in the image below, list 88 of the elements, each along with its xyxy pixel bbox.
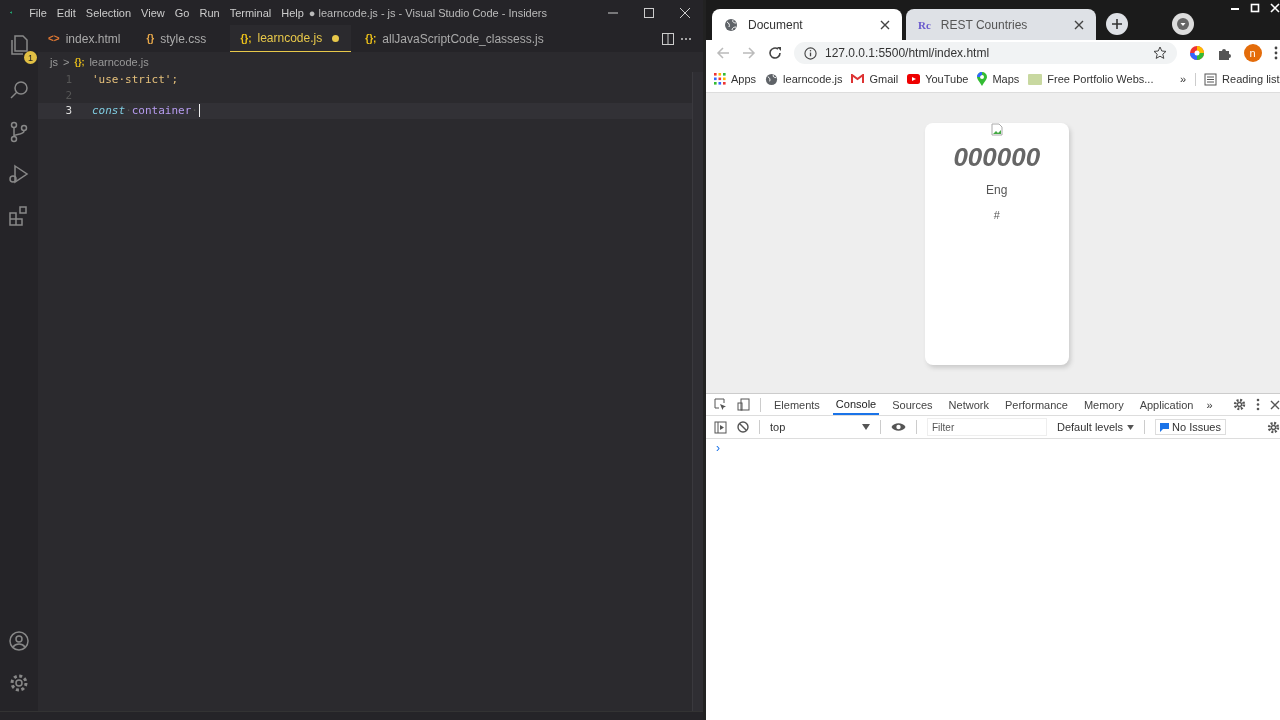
card-link-text: #: [993, 209, 1000, 221]
devtools-tab[interactable]: Sources: [889, 394, 936, 415]
breadcrumb-item[interactable]: learncode.js: [89, 56, 149, 68]
devtools-tab[interactable]: Application: [1136, 394, 1197, 415]
browser-tab[interactable]: Rc REST Countries: [906, 9, 1096, 40]
address-bar[interactable]: 127.0.0.1:5500/html/index.html: [794, 42, 1177, 64]
breadcrumb-item[interactable]: js: [50, 56, 58, 68]
close-icon[interactable]: [1269, 399, 1280, 410]
text-cursor: [199, 104, 201, 118]
plus-icon: [1111, 18, 1123, 30]
menu-item[interactable]: Edit: [51, 6, 81, 19]
menu-item[interactable]: Run: [194, 6, 225, 19]
new-tab-button[interactable]: [1106, 13, 1128, 35]
notification-badge: 1: [24, 51, 37, 64]
caret-icon: [1127, 424, 1135, 430]
sidebar-toggle-icon[interactable]: [714, 420, 727, 434]
code-token: container: [131, 104, 192, 118]
log-levels-dropdown[interactable]: Default levels: [1057, 421, 1135, 433]
close-icon[interactable]: [880, 19, 890, 30]
editor-tab[interactable]: <> index.html: [38, 25, 133, 52]
browser-tab[interactable]: Document: [712, 9, 902, 40]
card-language: Eng: [986, 183, 1008, 197]
more-icon[interactable]: [1255, 398, 1260, 411]
bookmark[interactable]: Gmail: [851, 73, 899, 85]
settings-icon[interactable]: [1266, 420, 1280, 434]
split-editor-icon[interactable]: [661, 31, 675, 46]
context-dropdown[interactable]: top: [770, 421, 870, 433]
breadcrumb-separator: >: [62, 56, 70, 68]
apps-grid-icon: [714, 73, 726, 85]
bookmark[interactable]: YouTube: [907, 73, 969, 85]
more-tabs-button[interactable]: »: [1206, 398, 1213, 411]
device-toolbar-icon[interactable]: [737, 398, 750, 411]
play-icon: [907, 74, 921, 84]
card-code: 000000: [953, 142, 1041, 173]
menu-icon[interactable]: [1273, 46, 1278, 60]
settings-icon[interactable]: [1232, 398, 1246, 411]
account-icon[interactable]: [7, 629, 31, 653]
devtools-tab[interactable]: Memory: [1080, 394, 1127, 415]
color-wheel-icon[interactable]: [1188, 45, 1205, 61]
bookmark[interactable]: Apps: [714, 73, 757, 85]
bookmark[interactable]: learncode.js: [765, 72, 843, 86]
menu-item[interactable]: File: [24, 6, 52, 19]
editor-tab[interactable]: {}; allJavaScriptCode_classess.js: [355, 25, 556, 52]
close-icon[interactable]: [1074, 19, 1084, 30]
editor-tab[interactable]: {} style.css: [136, 25, 227, 52]
mail-icon: [851, 74, 865, 84]
menu-item[interactable]: Selection: [80, 6, 137, 19]
reading-list-button[interactable]: Reading list: [1195, 72, 1280, 86]
filter-field[interactable]: Filter: [927, 418, 1047, 436]
caret-icon: [862, 424, 870, 430]
eye-icon[interactable]: [891, 422, 906, 432]
reload-icon[interactable]: [768, 46, 782, 60]
menu-item[interactable]: Go: [169, 6, 195, 19]
menu-item[interactable]: View: [136, 6, 170, 19]
bookmark[interactable]: Maps: [977, 72, 1020, 86]
menu-item[interactable]: Help: [276, 6, 309, 19]
inspect-icon[interactable]: [714, 398, 727, 411]
globe-icon: [724, 17, 738, 32]
editor-tab[interactable]: {}; learncode.js: [230, 25, 352, 52]
tab-search-button[interactable]: [1172, 13, 1194, 35]
issues-button[interactable]: No Issues: [1155, 419, 1226, 435]
devtools-tab[interactable]: Network: [945, 394, 992, 415]
maximize-icon[interactable]: [643, 6, 655, 19]
javascript-file-icon: {};: [74, 57, 85, 67]
code-token: 'use·strict';: [92, 73, 179, 87]
map-pin-icon: [977, 72, 988, 86]
code-token: ·: [125, 104, 132, 118]
list-icon: [1204, 72, 1218, 86]
globe-icon: [765, 72, 779, 86]
minimap-scrollbar[interactable]: [692, 72, 703, 711]
more-bookmarks-button[interactable]: »: [1180, 73, 1187, 85]
bookmark[interactable]: Free Portfolio Webs...: [1028, 73, 1154, 85]
devtools-tab[interactable]: Console: [832, 394, 880, 415]
run-debug-icon[interactable]: [7, 162, 31, 186]
window-title: ● learncode.js - js - Visual Studio Code - Insiders: [308, 6, 547, 19]
devtools-tab[interactable]: Performance: [1001, 394, 1071, 415]
page-thumbnail-icon: [1028, 73, 1043, 85]
console-prompt[interactable]: ›: [716, 441, 720, 455]
message-icon: [1160, 422, 1170, 432]
code-token: ·: [191, 104, 198, 118]
code-token: const: [92, 104, 126, 118]
devtools-tab[interactable]: Elements: [771, 394, 823, 415]
info-icon[interactable]: [804, 46, 817, 60]
line-number: 3: [64, 104, 73, 118]
clear-console-icon[interactable]: [737, 421, 749, 433]
star-icon[interactable]: [1152, 46, 1167, 60]
menu-item[interactable]: Terminal: [224, 6, 277, 19]
dropdown-icon: [1177, 18, 1189, 30]
